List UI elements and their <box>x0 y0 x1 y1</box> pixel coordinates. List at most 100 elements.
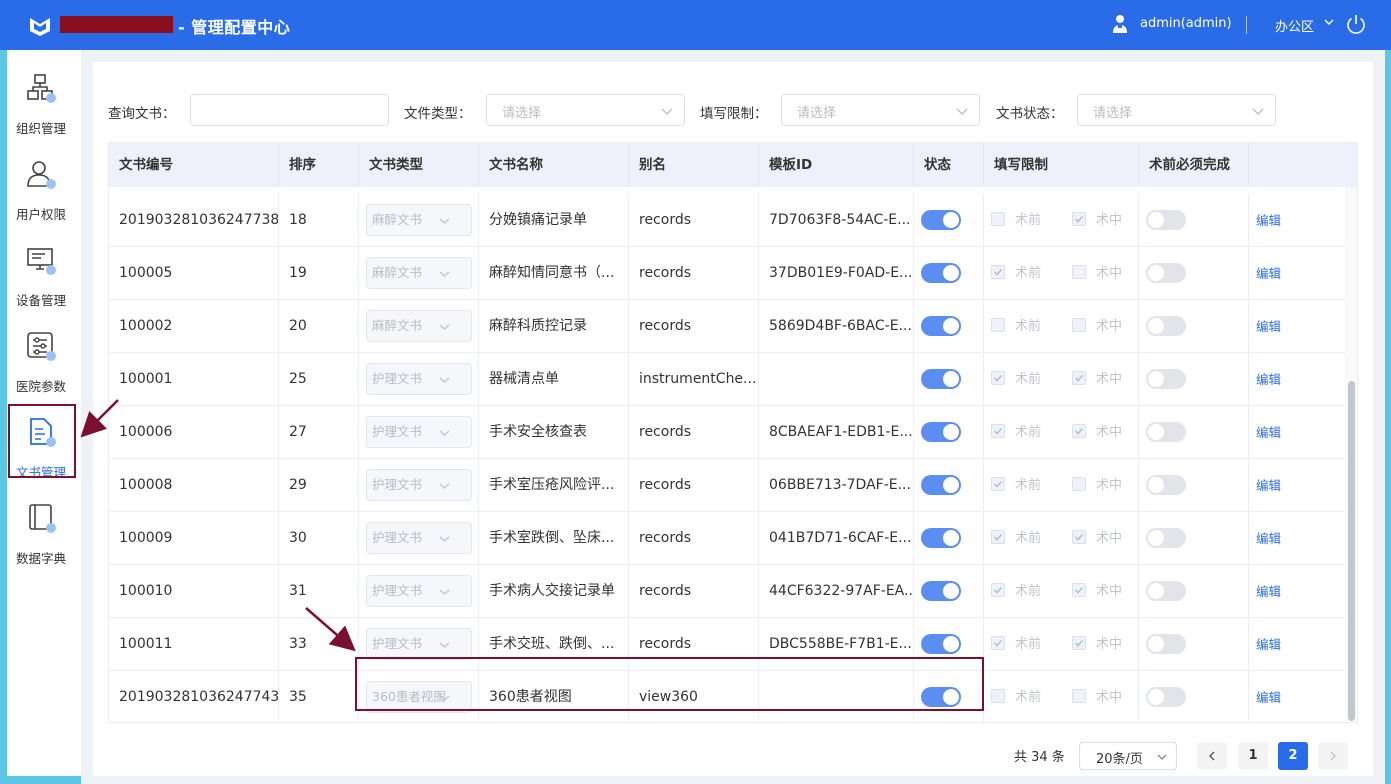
required-toggle[interactable] <box>1146 422 1186 442</box>
edit-link[interactable]: 编辑 <box>1256 565 1281 618</box>
cell-order: 19 <box>279 247 359 300</box>
doc-type-select[interactable]: 护理文书 <box>366 363 472 395</box>
edit-link[interactable]: 编辑 <box>1256 512 1281 565</box>
doc-type-select[interactable]: 护理文书 <box>366 416 472 448</box>
required-toggle[interactable] <box>1146 210 1186 230</box>
cell-alias: records <box>629 512 759 565</box>
next-page-button[interactable] <box>1318 742 1348 770</box>
sidebar-item-user-permissions[interactable]: 用户权限 <box>7 150 81 226</box>
intra-op-checkbox[interactable] <box>1072 530 1086 544</box>
power-icon[interactable] <box>1345 13 1367 35</box>
intra-op-label: 术中 <box>1096 531 1123 546</box>
doc-type-select[interactable]: 护理文书 <box>366 522 472 554</box>
cell-status <box>914 353 984 406</box>
required-toggle[interactable] <box>1146 263 1186 283</box>
pre-op-checkbox[interactable] <box>991 212 1005 226</box>
intra-op-checkbox[interactable] <box>1072 318 1086 332</box>
table-row: 201903281036247738 18 麻醉文书 分娩镇痛记录单 records… <box>109 194 1347 247</box>
pre-op-label: 术前 <box>1015 637 1042 652</box>
prev-page-button[interactable] <box>1197 742 1227 770</box>
sidebar-item-hospital-params[interactable]: 医院参数 <box>7 322 81 398</box>
status-toggle[interactable] <box>921 316 961 336</box>
doc-query-input[interactable] <box>190 94 389 126</box>
table-scrollbar[interactable] <box>1345 187 1357 722</box>
edit-link[interactable]: 编辑 <box>1256 353 1281 406</box>
status-toggle[interactable] <box>921 528 961 548</box>
doc-type-select[interactable]: 护理文书 <box>366 469 472 501</box>
edit-link[interactable]: 编辑 <box>1256 671 1281 722</box>
status-toggle[interactable] <box>921 210 961 230</box>
pre-op-checkbox[interactable] <box>991 636 1005 650</box>
status-toggle[interactable] <box>921 581 961 601</box>
current-user[interactable]: admin(admin) <box>1140 16 1232 31</box>
required-toggle[interactable] <box>1146 581 1186 601</box>
doc-type-select[interactable]: 护理文书 <box>366 628 472 660</box>
intra-op-label: 术中 <box>1096 637 1123 652</box>
doc-type-select[interactable]: 护理文书 <box>366 575 472 607</box>
scrollbar-thumb[interactable] <box>1348 381 1355 721</box>
required-toggle[interactable] <box>1146 475 1186 495</box>
intra-op-checkbox[interactable] <box>1072 424 1086 438</box>
file-type-select[interactable]: 请选择 <box>486 94 685 126</box>
intra-op-checkbox[interactable] <box>1072 477 1086 491</box>
pre-op-checkbox[interactable] <box>991 318 1005 332</box>
status-toggle[interactable] <box>921 422 961 442</box>
required-toggle[interactable] <box>1146 528 1186 548</box>
required-toggle[interactable] <box>1146 634 1186 654</box>
page-size-select[interactable]: 20条/页 <box>1079 742 1177 770</box>
doc-type-value: 护理文书 <box>372 636 423 651</box>
status-toggle[interactable] <box>921 263 961 283</box>
intra-op-label: 术中 <box>1096 319 1123 334</box>
sidebar-item-data-dictionary[interactable]: 数据字典 <box>7 494 81 570</box>
edit-link[interactable]: 编辑 <box>1256 247 1281 300</box>
sidebar-item-org[interactable]: 组织管理 <box>7 64 81 140</box>
required-toggle[interactable] <box>1146 316 1186 336</box>
table-row: 100005 19 麻醉文书 麻醉知情同意书（... records 37DB01E9… <box>109 247 1347 300</box>
page-button-2[interactable]: 2 <box>1278 742 1308 770</box>
intra-op-label: 术中 <box>1096 425 1123 440</box>
doc-type-select[interactable]: 麻醉文书 <box>366 310 472 342</box>
status-toggle[interactable] <box>921 369 961 389</box>
pre-op-checkbox[interactable] <box>991 583 1005 597</box>
required-toggle[interactable] <box>1146 687 1186 707</box>
cell-required <box>1139 618 1249 671</box>
pre-op-checkbox[interactable] <box>991 477 1005 491</box>
intra-op-checkbox[interactable] <box>1072 583 1086 597</box>
sidebar-item-devices[interactable]: 设备管理 <box>7 236 81 312</box>
required-toggle[interactable] <box>1146 369 1186 389</box>
table-row: 100009 30 护理文书 手术室跌倒、坠床... records 041B7D71… <box>109 512 1347 565</box>
intra-op-checkbox[interactable] <box>1072 371 1086 385</box>
edit-link[interactable]: 编辑 <box>1256 406 1281 459</box>
annotation-highlight-box <box>8 404 76 478</box>
fill-limit-select[interactable]: 请选择 <box>781 94 980 126</box>
doc-status-select[interactable]: 请选择 <box>1077 94 1276 126</box>
pre-op-checkbox[interactable] <box>991 530 1005 544</box>
edit-link[interactable]: 编辑 <box>1256 300 1281 353</box>
intra-op-checkbox[interactable] <box>1072 689 1086 703</box>
doc-type-select[interactable]: 麻醉文书 <box>366 204 472 236</box>
pre-op-checkbox[interactable] <box>991 371 1005 385</box>
doc-type-select[interactable]: 麻醉文书 <box>366 257 472 289</box>
pre-op-checkbox[interactable] <box>991 424 1005 438</box>
page-button-1[interactable]: 1 <box>1238 742 1268 770</box>
status-toggle[interactable] <box>921 475 961 495</box>
user-avatar-icon[interactable] <box>1112 14 1128 34</box>
intra-op-checkbox[interactable] <box>1072 212 1086 226</box>
office-selector[interactable]: 办公区 <box>1275 16 1314 35</box>
table-header: 文书编号 排序 文书类型 文书名称 别名 模板ID 状态 填写限制 术前必须完成 <box>109 143 1357 187</box>
intra-op-checkbox[interactable] <box>1072 265 1086 279</box>
fill-limit-label: 填写限制： <box>700 106 768 122</box>
file-type-label: 文件类型： <box>404 106 472 122</box>
status-toggle[interactable] <box>921 634 961 654</box>
chevron-down-icon[interactable] <box>1322 15 1336 29</box>
edit-link[interactable]: 编辑 <box>1256 618 1281 671</box>
edit-link[interactable]: 编辑 <box>1256 459 1281 512</box>
column-header-name: 文书名称 <box>479 143 629 187</box>
pagination-total: 共 34 条 <box>1014 750 1065 765</box>
cell-doc-name: 手术室压疮风险评... <box>479 459 629 512</box>
pre-op-checkbox[interactable] <box>991 265 1005 279</box>
edit-link[interactable]: 编辑 <box>1256 194 1281 247</box>
intra-op-checkbox[interactable] <box>1072 636 1086 650</box>
pre-op-checkbox[interactable] <box>991 689 1005 703</box>
pre-op-label: 术前 <box>1015 266 1042 281</box>
